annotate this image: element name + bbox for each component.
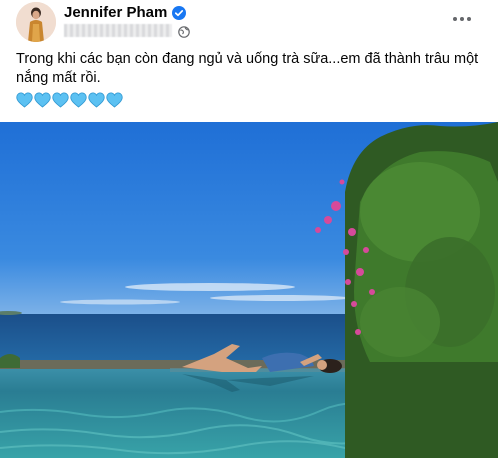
author-name[interactable]: Jennifer Pham: [64, 4, 167, 21]
post-header: Jennifer Pham: [0, 0, 498, 46]
more-dots-icon: [452, 9, 472, 27]
post-timestamp-blurred[interactable]: [64, 24, 172, 37]
more-options-button[interactable]: [448, 8, 476, 28]
post-caption: Trong khi các bạn còn đang ngủ và uống t…: [16, 51, 479, 86]
blue-heart-icon: [34, 92, 51, 108]
blue-heart-icon: [52, 92, 69, 108]
post-photo[interactable]: [0, 122, 498, 458]
author-avatar[interactable]: [16, 2, 56, 42]
verified-badge-icon: [172, 5, 187, 20]
blue-heart-icon: [88, 92, 105, 108]
blue-heart-icon: [16, 92, 33, 108]
globe-icon: [178, 25, 190, 38]
blue-heart-icon: [106, 92, 123, 108]
heart-emoji-row: [16, 92, 123, 108]
blue-heart-icon: [70, 92, 87, 108]
